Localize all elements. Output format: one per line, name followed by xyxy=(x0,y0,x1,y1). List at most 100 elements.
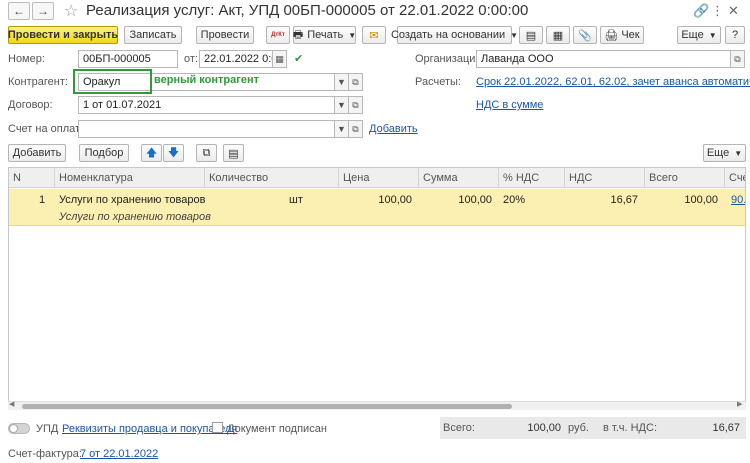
col-total[interactable]: Всего xyxy=(645,168,725,188)
org-field[interactable]: Лаванда ООО xyxy=(476,50,731,68)
date-label: от: xyxy=(184,53,198,65)
upd-label: УПД xyxy=(36,423,59,435)
col-sum[interactable]: Сумма xyxy=(419,168,499,188)
chevron-down-icon: ▼ xyxy=(337,77,346,87)
counterparty-dropdown-button[interactable]: ▼ xyxy=(334,73,349,91)
vat-incl-value: 16,67 xyxy=(712,422,740,434)
col-item[interactable]: Номенклатура xyxy=(55,168,205,188)
save-button[interactable]: Записать xyxy=(124,26,182,44)
cell-vat-rate[interactable]: 20% xyxy=(503,194,525,206)
cell-account[interactable]: 90.0 xyxy=(731,194,745,206)
invoice-label: Счет на оплату: xyxy=(8,123,89,135)
cell-item[interactable]: Услуги по хранению товаров xyxy=(59,194,205,206)
grid-icon: ▦ xyxy=(552,29,564,42)
more-icon[interactable]: ⋮ xyxy=(711,3,724,19)
table-hscrollbar[interactable] xyxy=(8,401,746,410)
table-row[interactable]: 1 Услуги по хранению товаров Услуги по х… xyxy=(9,189,745,226)
structure-button[interactable]: ▦ xyxy=(546,26,570,44)
open-icon: ⧉ xyxy=(352,99,359,110)
contract-label: Договор: xyxy=(8,99,53,111)
forward-button[interactable]: → xyxy=(32,2,54,20)
number-field[interactable]: 00БП-000005 xyxy=(78,50,178,68)
print-button[interactable]: 🖶 Печать ▼ xyxy=(293,26,356,44)
printer-icon: 🖶 xyxy=(292,28,304,41)
move-down-button[interactable]: 🡇 xyxy=(163,144,184,162)
contract-open-button[interactable]: ⧉ xyxy=(348,96,363,114)
upd-toggle[interactable] xyxy=(8,423,30,434)
date-field[interactable]: 22.01.2022 0:00:00 xyxy=(199,50,273,68)
col-qty[interactable]: Количество xyxy=(205,168,339,188)
total-value: 100,00 xyxy=(527,422,561,434)
check-button[interactable]: 🖨 Чек xyxy=(600,26,644,44)
scroll-left-icon[interactable]: ◀ xyxy=(9,400,14,408)
paste-row-button[interactable]: ▤ xyxy=(223,144,244,162)
org-open-button[interactable]: ⧉ xyxy=(730,50,745,68)
open-icon: ⧉ xyxy=(734,53,741,64)
invoice-field[interactable] xyxy=(78,120,335,138)
cell-unit[interactable]: шт xyxy=(289,194,303,206)
more-label: Еще xyxy=(681,29,704,41)
add-row-button[interactable]: Добавить xyxy=(8,144,66,162)
invoice-add-link[interactable]: Добавить xyxy=(369,123,418,135)
col-vat[interactable]: НДС xyxy=(565,168,645,188)
conduct-status-icon: ✔ xyxy=(294,53,304,65)
counterparty-open-button[interactable]: ⧉ xyxy=(348,73,363,91)
settlements-link[interactable]: Срок 22.01.2022, 62.01, 62.02, зачет ава… xyxy=(476,76,750,88)
arrow-left-icon: ← xyxy=(13,4,25,18)
calendar-button[interactable]: ▦ xyxy=(272,50,287,68)
contract-field[interactable]: 1 от 01.07.2021 xyxy=(78,96,335,114)
cell-vat[interactable]: 16,67 xyxy=(565,194,638,206)
signed-label: Документ подписан xyxy=(227,423,327,435)
scroll-right-icon[interactable]: ▶ xyxy=(737,400,742,408)
invoice-dropdown-button[interactable]: ▼ xyxy=(334,120,349,138)
signed-checkbox[interactable] xyxy=(212,422,223,433)
cell-n: 1 xyxy=(39,194,46,206)
currency-label: руб. xyxy=(568,422,589,434)
copy-icon: ⧉ xyxy=(202,146,211,159)
check-label: Чек xyxy=(621,29,640,41)
contract-dropdown-button[interactable]: ▼ xyxy=(334,96,349,114)
email-button[interactable]: ✉ xyxy=(362,26,386,44)
close-icon[interactable]: ✕ xyxy=(728,3,739,19)
post-close-button[interactable]: Провести и закрыть xyxy=(8,26,118,44)
invoice-doc-link[interactable]: 7 от 22.01.2022 xyxy=(80,448,158,460)
chevron-down-icon: ▼ xyxy=(337,124,346,134)
star-icon[interactable]: ☆ xyxy=(64,1,78,21)
window-title: Реализация услуг: Акт, УПД 00БП-000005 о… xyxy=(86,2,529,19)
chevron-down-icon: ▼ xyxy=(510,30,519,40)
dtkt-button[interactable]: ДтКт xyxy=(266,26,290,44)
more-button[interactable]: Еще ▼ xyxy=(677,26,721,44)
create-based-label: Создать на основании xyxy=(390,29,506,41)
counterparty-label: Контрагент: xyxy=(8,76,68,88)
copy-row-button[interactable]: ⧉ xyxy=(196,144,217,162)
move-up-button[interactable]: 🡅 xyxy=(141,144,162,162)
calendar-icon: ▦ xyxy=(275,53,284,64)
scroll-thumb[interactable] xyxy=(22,404,512,409)
toggle-knob xyxy=(9,424,18,433)
col-vat-rate[interactable]: % НДС xyxy=(499,168,565,188)
table-more-button[interactable]: Еще ▼ xyxy=(703,144,746,162)
help-button[interactable]: ? xyxy=(725,26,745,44)
create-based-button[interactable]: Создать на основании ▼ xyxy=(391,26,518,44)
vat-link[interactable]: НДС в сумме xyxy=(476,99,543,111)
back-button[interactable]: ← xyxy=(8,2,30,20)
cell-item-sub: Услуги по хранению товаров xyxy=(59,211,211,223)
arrow-down-icon: 🡇 xyxy=(167,146,180,159)
select-button[interactable]: Подбор xyxy=(79,144,129,162)
col-n[interactable]: N xyxy=(9,168,55,188)
col-price[interactable]: Цена xyxy=(339,168,419,188)
report-button[interactable]: ▤ xyxy=(519,26,543,44)
chevron-down-icon: ▼ xyxy=(337,100,346,110)
col-account[interactable]: Сче xyxy=(725,168,745,188)
envelope-icon: ✉ xyxy=(369,29,379,42)
cell-sum[interactable]: 100,00 xyxy=(419,194,492,206)
cash-register-icon: 🖨 xyxy=(604,29,619,42)
print-label: Печать xyxy=(307,29,344,41)
items-table[interactable]: N Номенклатура Количество Цена Сумма % Н… xyxy=(8,167,746,410)
attach-button[interactable]: 📎 xyxy=(573,26,597,44)
invoice-open-button[interactable]: ⧉ xyxy=(348,120,363,138)
post-button[interactable]: Провести xyxy=(196,26,254,44)
cell-price[interactable]: 100,00 xyxy=(339,194,412,206)
link-icon[interactable]: 🔗 xyxy=(693,3,709,19)
open-icon: ⧉ xyxy=(352,76,359,87)
